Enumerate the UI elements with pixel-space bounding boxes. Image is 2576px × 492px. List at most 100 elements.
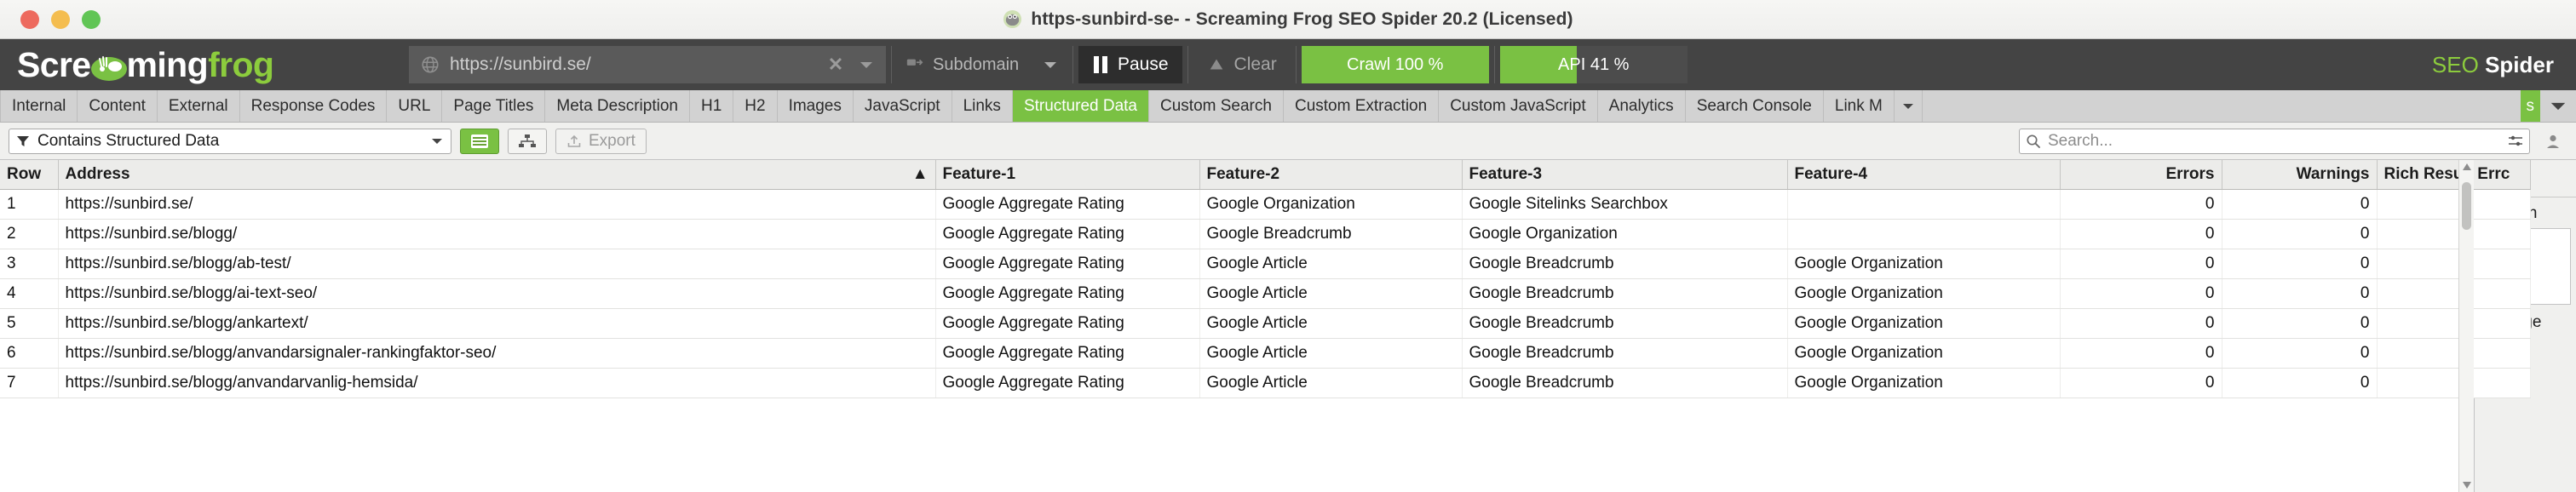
table-row[interactable]: 2 https://sunbird.se/blogg/Google Aggrega… — [0, 219, 2531, 249]
cell-f2: Google Article — [1199, 308, 1463, 339]
column-header-address[interactable]: Address ▲ — [58, 160, 936, 190]
tab-url[interactable]: URL — [387, 90, 443, 122]
zoom-window-button[interactable] — [82, 9, 101, 29]
cell-f1: Google Aggregate Rating — [935, 249, 1200, 279]
close-window-button[interactable] — [20, 9, 39, 29]
tab-internal[interactable]: Internal — [0, 90, 78, 122]
pause-label: Pause — [1118, 54, 1169, 74]
minimize-window-button[interactable] — [51, 9, 70, 29]
tab-truncated-chip[interactable]: s — [2520, 90, 2540, 122]
app-logo-text: Scre ming frog — [17, 44, 274, 85]
cell-f3: Google Breadcrumb — [1462, 278, 1788, 309]
column-header-f2[interactable]: Feature-2 — [1199, 160, 1463, 190]
tab-structured-data[interactable]: Structured Data — [1012, 90, 1150, 122]
results-table-container: Row Address ▲ Feature-1 Feature-2 Feature-3 Fe… — [0, 160, 2531, 492]
cell-address: https://sunbird.se/blogg/ai-text-seo/ — [58, 278, 936, 309]
scroll-down-arrow-icon[interactable] — [2459, 482, 2474, 489]
url-history-chevron-down-icon[interactable] — [855, 60, 877, 70]
toolbar-divider-5 — [1493, 46, 1495, 83]
pause-button[interactable]: Pause — [1078, 46, 1182, 83]
tab-search-console[interactable]: Search Console — [1686, 90, 1824, 122]
cell-rich — [2377, 249, 2531, 279]
tab-custom-javascript[interactable]: Custom JavaScript — [1439, 90, 1598, 122]
list-view-button[interactable] — [460, 128, 499, 154]
window-controls — [0, 9, 101, 29]
column-header-row[interactable]: Row — [0, 160, 59, 190]
toolbar-divider — [891, 46, 892, 83]
table-vertical-scrollbar[interactable] — [2458, 160, 2474, 492]
app-logo-text-part2: ming — [126, 44, 209, 84]
table-row[interactable]: 3 https://sunbird.se/blogg/ab-test/Google… — [0, 249, 2531, 279]
column-header-errors[interactable]: Errors — [2060, 160, 2222, 190]
tab-page-titles[interactable]: Page Titles — [442, 90, 546, 122]
tab-label: Internal — [12, 96, 66, 115]
tab-meta-description[interactable]: Meta Description — [545, 90, 690, 122]
tab-list-chevron-down-icon[interactable] — [2540, 90, 2576, 122]
table-row[interactable]: 6 https://sunbird.se/blogg/anvandarsignal… — [0, 338, 2531, 369]
column-header-label: Row — [7, 164, 42, 183]
table-row[interactable]: 5 https://sunbird.se/blogg/ankartext/Goog… — [0, 308, 2531, 339]
column-header-f3[interactable]: Feature-3 — [1462, 160, 1788, 190]
tab-analytics[interactable]: Analytics — [1598, 90, 1686, 122]
clear-button[interactable]: Clear — [1193, 46, 1291, 83]
toolbar-divider-2 — [1072, 46, 1073, 83]
toolbar-divider-3 — [1187, 46, 1188, 83]
tab-custom-extraction[interactable]: Custom Extraction — [1284, 90, 1440, 122]
tab-h1[interactable]: H1 — [690, 90, 734, 122]
crawl-scope-dropdown[interactable]: Subdomain — [897, 46, 1067, 83]
sliders-icon[interactable] — [2508, 134, 2523, 148]
cell-f2: Google Article — [1199, 249, 1463, 279]
eraser-icon — [1210, 59, 1222, 70]
tab-custom-search[interactable]: Custom Search — [1149, 90, 1284, 122]
table-header: Row Address ▲ Feature-1 Feature-2 Feature-3 Fe… — [0, 160, 2531, 190]
table-row[interactable]: 7 https://sunbird.se/blogg/anvandarvanlig… — [0, 368, 2531, 398]
tab-label: Content — [89, 96, 146, 115]
tree-view-button[interactable] — [508, 128, 547, 154]
crawl-progress-button[interactable]: Crawl 100 % — [1301, 46, 1489, 83]
cell-f4 — [1787, 219, 2061, 249]
column-header-warnings[interactable]: Warnings — [2222, 160, 2378, 190]
tab-overflow-chevron-down-icon[interactable] — [1895, 90, 1923, 122]
search-box[interactable] — [2019, 128, 2530, 154]
tab-content[interactable]: Content — [78, 90, 158, 122]
tab-link-m[interactable]: Link M — [1824, 90, 1895, 122]
url-input-field[interactable]: https://sunbird.se/ ✕ — [409, 46, 886, 83]
tab-label: Analytics — [1608, 96, 1674, 115]
cell-f1: Google Aggregate Rating — [935, 308, 1200, 339]
table-row[interactable]: 4 https://sunbird.se/blogg/ai-text-seo/Go… — [0, 278, 2531, 309]
tab-h2[interactable]: H2 — [733, 90, 778, 122]
scrollbar-thumb[interactable] — [2462, 182, 2471, 230]
cell-f3: Google Breadcrumb — [1462, 368, 1788, 398]
tab-images[interactable]: Images — [778, 90, 854, 122]
filter-chevron-down-icon[interactable] — [430, 137, 444, 146]
content-area: Row Address ▲ Feature-1 Feature-2 Feature-3 Fe… — [0, 160, 2576, 492]
crawl-scope-chevron-down-icon[interactable] — [1042, 60, 1059, 70]
tab-label: Images — [788, 96, 842, 115]
user-account-button[interactable] — [2539, 129, 2567, 154]
app-logo-text-part1: Scre — [17, 44, 91, 84]
scroll-up-arrow-icon[interactable] — [2459, 163, 2474, 170]
structured-data-table: Row Address ▲ Feature-1 Feature-2 Feature-3 Fe… — [0, 160, 2531, 398]
tab-response-codes[interactable]: Response Codes — [240, 90, 388, 122]
tab-external[interactable]: External — [158, 90, 240, 122]
cell-warnings: 0 — [2222, 278, 2378, 309]
api-progress-button[interactable]: API 41 % — [1499, 46, 1688, 83]
column-header-f4[interactable]: Feature-4 — [1787, 160, 2061, 190]
search-input[interactable] — [2048, 131, 2501, 151]
structured-data-filter-dropdown[interactable]: Contains Structured Data — [9, 128, 451, 154]
seo-spider-brand: SEO Spider — [2432, 52, 2576, 78]
cell-rich — [2377, 308, 2531, 339]
cell-f2: Google Article — [1199, 338, 1463, 369]
cell-errors: 0 — [2060, 219, 2222, 249]
cell-f4: Google Organization — [1787, 249, 2061, 279]
table-header-row: Row Address ▲ Feature-1 Feature-2 Feature-3 Fe… — [0, 160, 2531, 190]
clear-url-icon[interactable]: ✕ — [826, 54, 845, 76]
column-header-f1[interactable]: Feature-1 — [935, 160, 1200, 190]
tab-javascript[interactable]: JavaScript — [854, 90, 952, 122]
export-button[interactable]: Export — [555, 128, 647, 154]
table-row[interactable]: 1 https://sunbird.se/Google Aggregate Rat… — [0, 189, 2531, 220]
column-header-rich[interactable]: Rich Result Errc — [2377, 160, 2531, 190]
cell-f4: Google Organization — [1787, 368, 2061, 398]
cell-address: https://sunbird.se/blogg/ — [58, 219, 936, 249]
tab-links[interactable]: Links — [952, 90, 1013, 122]
